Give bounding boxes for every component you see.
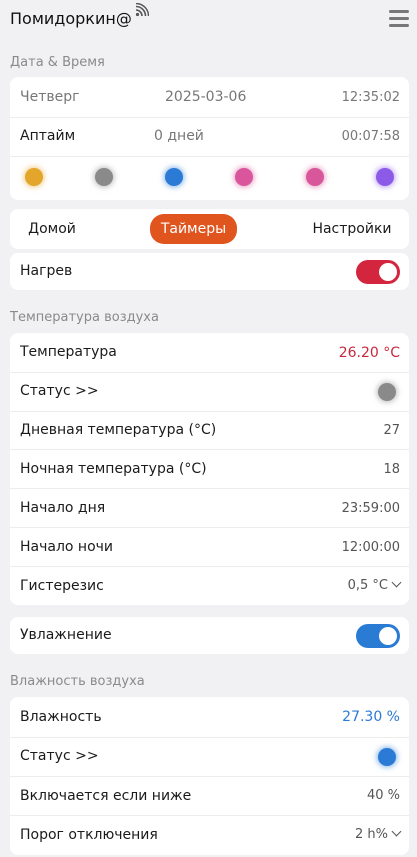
night-start-row[interactable]: Начало ночи 12:00:00	[10, 527, 409, 567]
off-threshold-value: 2 h%	[355, 827, 388, 842]
day-start-value[interactable]: 23:59:00	[342, 501, 400, 516]
day-temp-value[interactable]: 27	[383, 423, 400, 438]
date-row: Четверг 2025-03-06 12:35:02	[10, 77, 409, 118]
humidity-status-label[interactable]: Статус >>	[20, 748, 99, 764]
chevron-down-icon	[391, 577, 402, 588]
humidity-label: Влажность	[20, 709, 102, 725]
humidifier-toggle[interactable]	[356, 624, 400, 648]
temp-status-label[interactable]: Статус >>	[20, 383, 99, 399]
temp-status-row[interactable]: Статус >>	[10, 372, 409, 412]
section-label-air-temp: Температура воздуха	[10, 310, 159, 325]
humidity-row: Влажность 27.30 %	[10, 697, 409, 738]
humidifier-card: Увлажнение	[10, 617, 409, 654]
status-dot-orange	[25, 168, 43, 186]
humidifier-label: Увлажнение	[20, 627, 112, 643]
humidity-status-row[interactable]: Статус >>	[10, 737, 409, 777]
temperature-label: Температура	[20, 344, 117, 360]
hysteresis-row[interactable]: Гистерезис 0,5 °C	[10, 566, 409, 605]
off-threshold-row[interactable]: Порог отключения 2 h%	[10, 815, 409, 855]
temp-status-dot	[378, 383, 396, 401]
air-temp-card: Температура 26.20 °C Статус >> Дневная т…	[10, 333, 409, 605]
app-title: Помидоркин@	[10, 9, 132, 28]
current-time: 12:35:02	[341, 90, 400, 105]
heating-card: Нагрев	[10, 253, 409, 290]
status-dot-blue	[165, 168, 183, 186]
day-temp-row[interactable]: Дневная температура (°C) 27	[10, 411, 409, 450]
tab-bar: Домой Таймеры Настройки	[10, 209, 409, 249]
uptime-time: 00:07:58	[341, 129, 400, 144]
hysteresis-label: Гистерезис	[20, 578, 104, 594]
off-threshold-select[interactable]: 2 h%	[355, 826, 402, 842]
hysteresis-select[interactable]: 0,5 °C	[347, 577, 402, 593]
air-humidity-card: Влажность 27.30 % Статус >> Включается е…	[10, 697, 409, 855]
night-temp-value[interactable]: 18	[383, 462, 400, 477]
day-start-label: Начало дня	[20, 500, 106, 516]
tab-home[interactable]: Домой	[16, 214, 88, 244]
on-below-value[interactable]: 40 %	[367, 788, 400, 803]
night-start-value[interactable]: 12:00:00	[342, 540, 400, 555]
wifi-icon	[135, 3, 149, 17]
off-threshold-label: Порог отключения	[20, 827, 158, 843]
section-label-datetime: Дата & Время	[10, 55, 105, 70]
night-temp-row[interactable]: Ночная температура (°C) 18	[10, 449, 409, 489]
heating-toggle[interactable]	[356, 260, 400, 284]
day-temp-label: Дневная температура (°C)	[20, 422, 217, 438]
status-dots-row	[10, 157, 409, 200]
day-of-week: Четверг	[20, 89, 80, 105]
current-date: 2025-03-06	[165, 89, 247, 105]
day-start-row[interactable]: Начало дня 23:59:00	[10, 488, 409, 528]
night-start-label: Начало ночи	[20, 539, 114, 555]
humidity-value: 27.30 %	[342, 709, 400, 725]
hysteresis-value: 0,5 °C	[347, 578, 388, 593]
menu-icon[interactable]	[389, 10, 409, 27]
status-dot-gray	[95, 168, 113, 186]
uptime-label: Аптайм	[20, 128, 76, 144]
datetime-card: Четверг 2025-03-06 12:35:02 Аптайм 0 дне…	[10, 77, 409, 200]
uptime-row: Аптайм 0 дней 00:07:58	[10, 117, 409, 157]
status-dot-magenta	[306, 168, 324, 186]
tab-settings[interactable]: Настройки	[307, 214, 397, 244]
chevron-down-icon	[391, 826, 402, 837]
temperature-row: Температура 26.20 °C	[10, 333, 409, 373]
uptime-days: 0 дней	[154, 128, 204, 144]
temperature-value: 26.20 °C	[338, 345, 400, 361]
on-below-row[interactable]: Включается если ниже 40 %	[10, 776, 409, 816]
app-header: Помидоркин@	[0, 0, 417, 40]
humidity-status-dot	[378, 748, 396, 766]
heating-label: Нагрев	[20, 263, 73, 279]
section-label-air-humidity: Влажность воздуха	[10, 674, 145, 689]
night-temp-label: Ночная температура (°C)	[20, 461, 207, 477]
on-below-label: Включается если ниже	[20, 788, 192, 804]
tab-timers[interactable]: Таймеры	[150, 214, 237, 244]
status-dot-purple	[376, 168, 394, 186]
status-dot-pink	[235, 168, 253, 186]
